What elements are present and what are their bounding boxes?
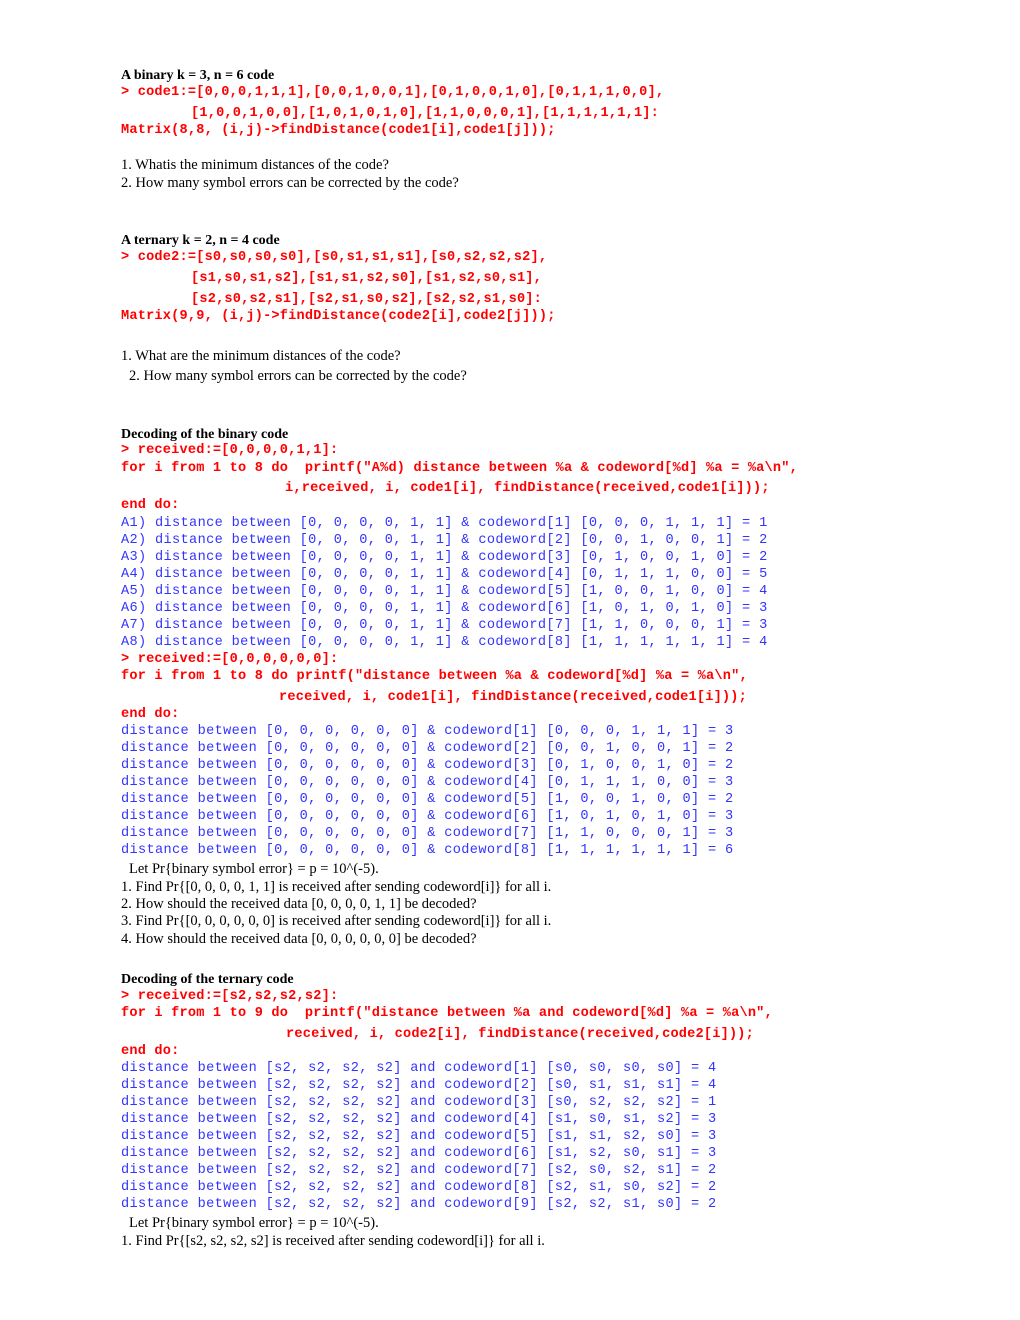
code-line: > received:=[0,0,0,0,1,1]:	[121, 443, 339, 458]
output-line: A6) distance between [0, 0, 0, 0, 1, 1] …	[121, 601, 768, 616]
question: 1. Find Pr{[0, 0, 0, 0, 1, 1] is receive…	[121, 879, 552, 895]
output-line: A8) distance between [0, 0, 0, 0, 1, 1] …	[121, 635, 768, 650]
code-line: end do:	[121, 707, 180, 722]
output-line: distance between [s2, s2, s2, s2] and co…	[121, 1197, 717, 1212]
code-line: end do:	[121, 1044, 180, 1059]
code-line: > received:=[s2,s2,s2,s2]:	[121, 989, 339, 1004]
code-line: Matrix(9,9, (i,j)->findDistance(code2[i]…	[121, 309, 556, 324]
code-line: received, i, code2[i], findDistance(rece…	[286, 1027, 755, 1042]
output-line: A1) distance between [0, 0, 0, 0, 1, 1] …	[121, 516, 768, 531]
code-line: for i from 1 to 9 do printf("distance be…	[121, 1006, 773, 1021]
output-line: distance between [s2, s2, s2, s2] and co…	[121, 1146, 717, 1161]
code-line: end do:	[121, 498, 180, 513]
output-line: distance between [0, 0, 0, 0, 0, 0] & co…	[121, 724, 734, 739]
question: 1. Find Pr{[s2, s2, s2, s2] is received …	[121, 1233, 545, 1249]
output-line: distance between [0, 0, 0, 0, 0, 0] & co…	[121, 792, 734, 807]
code-line: Matrix(8,8, (i,j)->findDistance(code1[i]…	[121, 123, 556, 138]
output-line: distance between [s2, s2, s2, s2] and co…	[121, 1095, 717, 1110]
code-line: [1,0,0,1,0,0],[1,0,1,0,1,0],[1,1,0,0,0,1…	[191, 106, 660, 121]
code-line: received, i, code1[i], findDistance(rece…	[279, 690, 748, 705]
section-heading-ternary-code: A ternary k = 2, n = 4 code	[121, 233, 280, 248]
output-line: distance between [s2, s2, s2, s2] and co…	[121, 1129, 717, 1144]
output-line: distance between [0, 0, 0, 0, 0, 0] & co…	[121, 843, 734, 858]
code-line: > code2:=[s0,s0,s0,s0],[s0,s1,s1,s1],[s0…	[121, 250, 548, 265]
output-line: A5) distance between [0, 0, 0, 0, 1, 1] …	[121, 584, 768, 599]
output-line: distance between [0, 0, 0, 0, 0, 0] & co…	[121, 758, 734, 773]
question: 2. How should the received data [0, 0, 0…	[121, 896, 477, 912]
code-line: [s1,s0,s1,s2],[s1,s1,s2,s0],[s1,s2,s0,s1…	[191, 271, 543, 286]
question: 1. Whatis the minimum distances of the c…	[121, 157, 389, 173]
code-line: for i from 1 to 8 do printf("distance be…	[121, 669, 748, 684]
question: 2. How many symbol errors can be correct…	[129, 368, 467, 384]
output-line: distance between [s2, s2, s2, s2] and co…	[121, 1078, 717, 1093]
section-heading-decoding-ternary: Decoding of the ternary code	[121, 972, 294, 987]
output-line: A7) distance between [0, 0, 0, 0, 1, 1] …	[121, 618, 768, 633]
code-line: [s2,s0,s2,s1],[s2,s1,s0,s2],[s2,s2,s1,s0…	[191, 292, 543, 307]
code-line: for i from 1 to 8 do printf("A%d) distan…	[121, 461, 798, 476]
output-line: A2) distance between [0, 0, 0, 0, 1, 1] …	[121, 533, 768, 548]
section-heading-decoding-binary: Decoding of the binary code	[121, 427, 289, 442]
code-line: > received:=[0,0,0,0,0,0]:	[121, 652, 339, 667]
output-line: distance between [s2, s2, s2, s2] and co…	[121, 1112, 717, 1127]
output-line: distance between [s2, s2, s2, s2] and co…	[121, 1061, 717, 1076]
code-line: i,received, i, code1[i], findDistance(re…	[285, 481, 770, 496]
section-heading-binary-code: A binary k = 3, n = 6 code	[121, 68, 275, 83]
question: 3. Find Pr{[0, 0, 0, 0, 0, 0] is receive…	[121, 913, 552, 929]
output-line: A3) distance between [0, 0, 0, 0, 1, 1] …	[121, 550, 768, 565]
output-line: distance between [0, 0, 0, 0, 0, 0] & co…	[121, 809, 734, 824]
output-line: distance between [0, 0, 0, 0, 0, 0] & co…	[121, 826, 734, 841]
output-line: distance between [0, 0, 0, 0, 0, 0] & co…	[121, 775, 734, 790]
output-line: distance between [s2, s2, s2, s2] and co…	[121, 1180, 717, 1195]
question: 1. What are the minimum distances of the…	[121, 348, 401, 364]
output-line: A4) distance between [0, 0, 0, 0, 1, 1] …	[121, 567, 768, 582]
question: 4. How should the received data [0, 0, 0…	[121, 931, 477, 947]
code-line: > code1:=[0,0,0,1,1,1],[0,0,1,0,0,1],[0,…	[121, 85, 665, 100]
output-line: distance between [0, 0, 0, 0, 0, 0] & co…	[121, 741, 734, 756]
question: 2. How many symbol errors can be correct…	[121, 175, 459, 191]
output-line: distance between [s2, s2, s2, s2] and co…	[121, 1163, 717, 1178]
question: Let Pr{binary symbol error} = p = 10^(-5…	[129, 861, 379, 877]
question: Let Pr{binary symbol error} = p = 10^(-5…	[129, 1215, 379, 1231]
